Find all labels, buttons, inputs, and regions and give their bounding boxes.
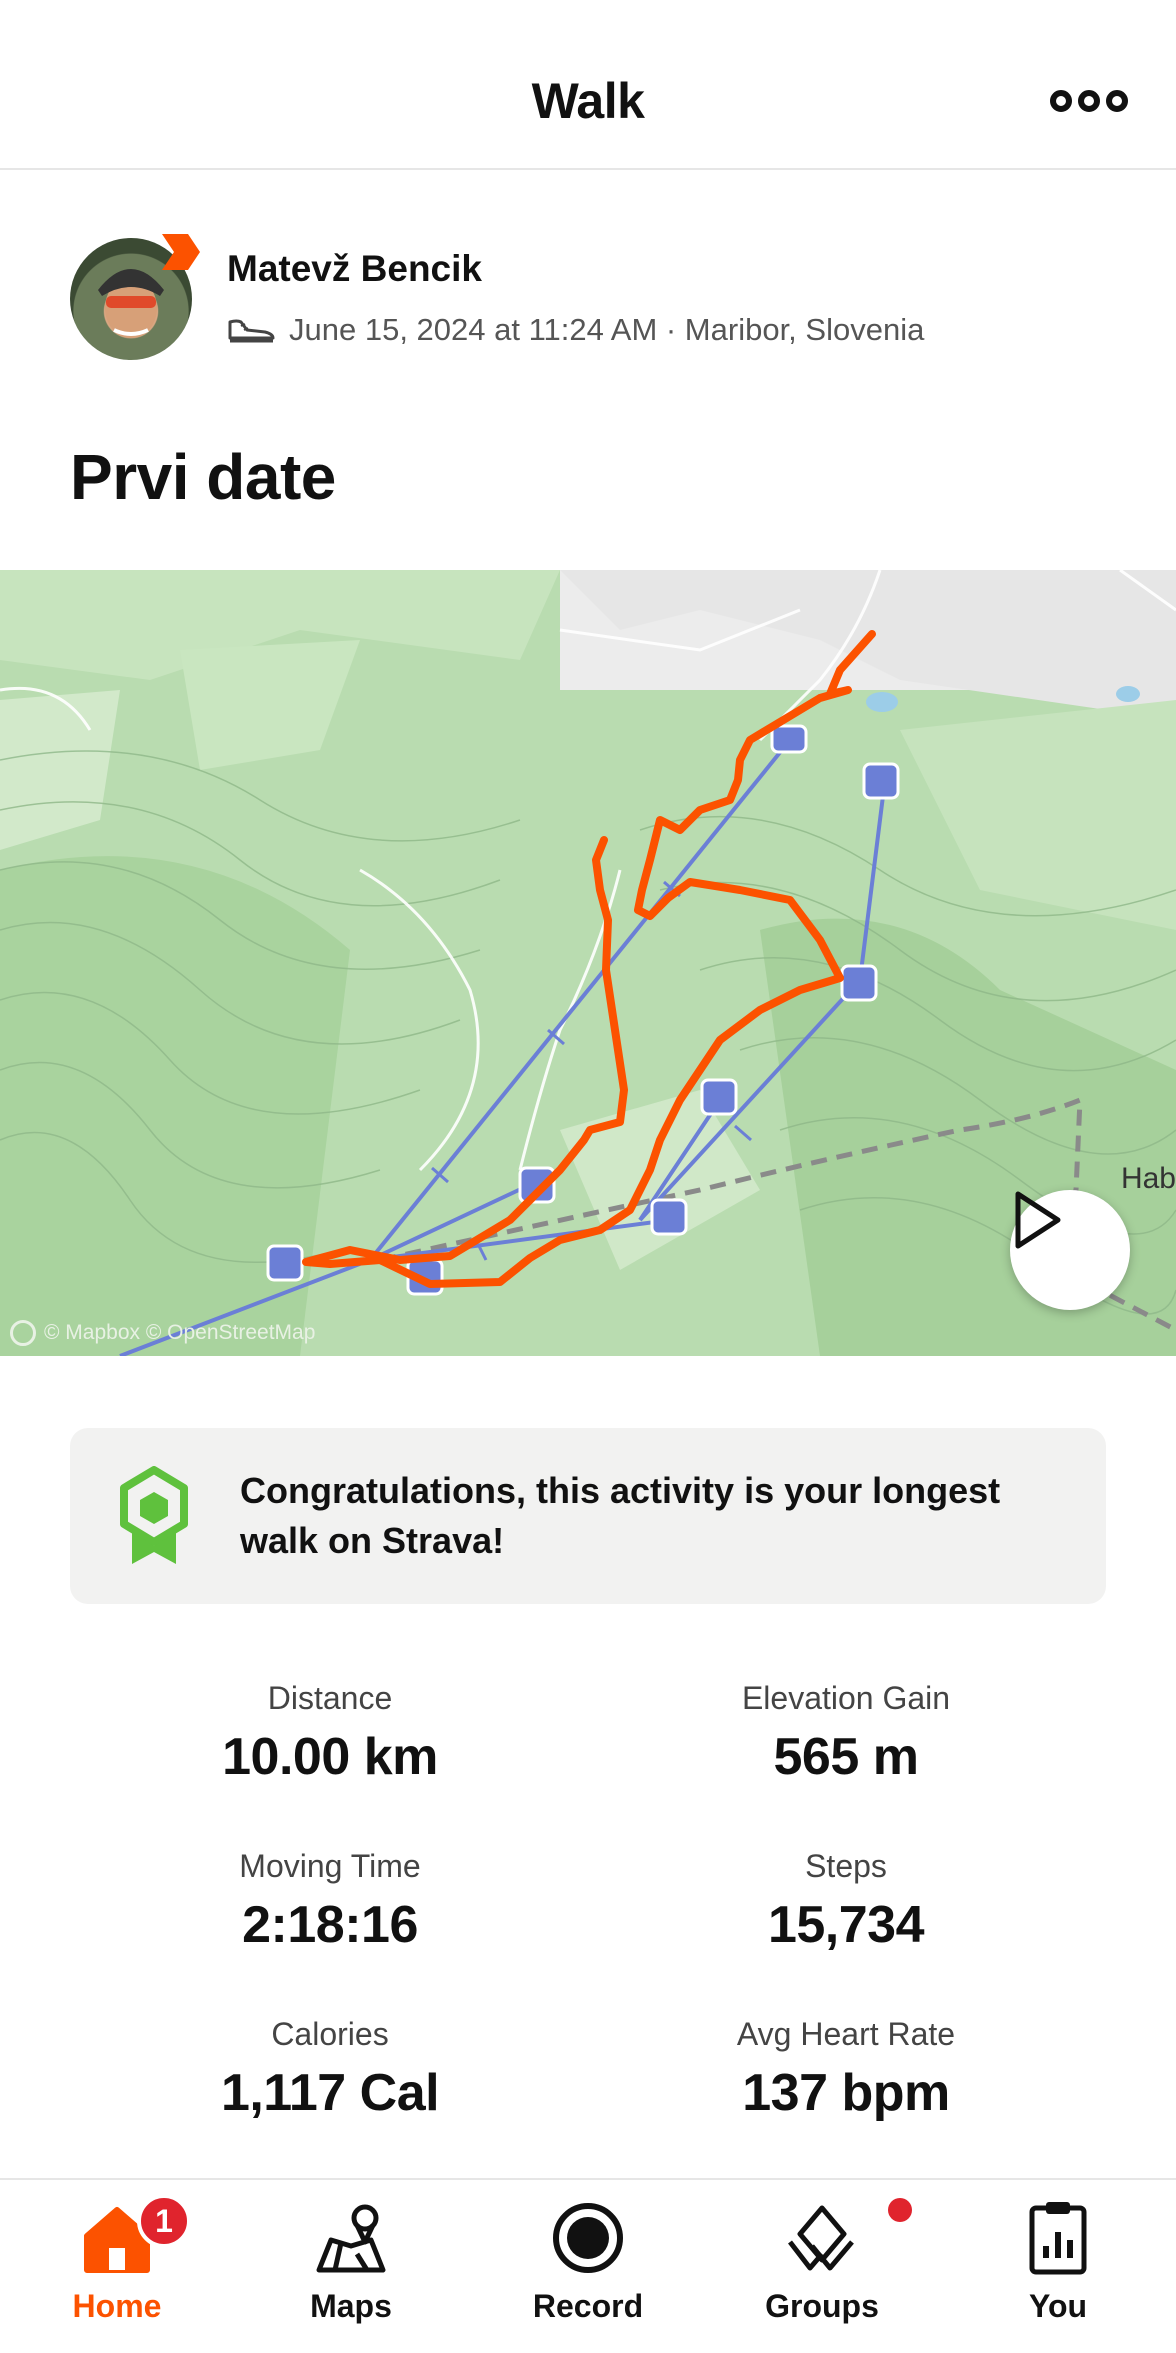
stat-calories: Calories 1,117 Cal [70,2016,590,2123]
map-attribution[interactable]: © Mapbox © OpenStreetMap [10,1320,315,1346]
tab-label: You [1028,2288,1088,2324]
stat-label: Avg Heart Rate [736,2016,956,2052]
tab-label: Groups [765,2288,879,2324]
play-flyover-button[interactable] [1010,1190,1130,1310]
unread-dot-badge [888,2198,912,2222]
tab-label: Record [532,2288,644,2324]
stat-value: 1,117 Cal [220,2064,440,2122]
achievement-text: Congratulations, this activity is your l… [240,1470,1001,1561]
notification-count-badge: 1 [137,2194,191,2248]
map-place-label: Hab [1120,1162,1176,1195]
mapbox-logo-icon [10,1320,36,1346]
stat-value: 2:18:16 [242,1896,418,1954]
tab-home[interactable]: 1 Home [17,2194,217,2348]
stat-avg-heart-rate: Avg Heart Rate 137 bpm [586,2016,1106,2123]
stat-label: Elevation Gain [741,1680,951,1716]
activity-title: Prvi date [70,441,336,513]
more-horizontal-icon[interactable] [1050,88,1130,114]
stat-value: 565 m [773,1728,919,1786]
home-icon: 1 [77,2194,191,2278]
tab-maps[interactable]: Maps [251,2198,451,2348]
stat-label: Calories [271,2016,389,2052]
route-map[interactable]: Hab © Mapbox © OpenStreetMap [0,570,1176,1356]
tab-record[interactable]: Record [488,2198,688,2348]
record-icon [548,2198,628,2278]
page-title: Walk [531,73,645,129]
stat-label: Steps [805,1848,887,1884]
maps-icon [311,2198,391,2278]
award-ribbon-icon [120,1466,188,1564]
stat-value: 137 bpm [742,2064,950,2122]
stat-value: 15,734 [767,1896,925,1954]
stat-elevation-gain: Elevation Gain 565 m [586,1680,1106,1787]
stat-steps: Steps 15,734 [586,1848,1106,1955]
stat-value: 10.00 km [222,1728,438,1786]
achievement-banner[interactable]: Congratulations, this activity is your l… [70,1428,1106,1604]
tab-you[interactable]: You [958,2198,1158,2348]
stat-label: Distance [267,1680,393,1716]
groups-icon [782,2198,912,2278]
clipboard-icon [1018,2198,1098,2278]
stat-label: Moving Time [239,1848,421,1884]
activity-meta: June 15, 2024 at 11:24 AM · Maribor, Slo… [227,312,924,348]
map-credit-text: © Mapbox © OpenStreetMap [44,1321,316,1344]
activity-date-location: June 15, 2024 at 11:24 AM · Maribor, Slo… [289,312,925,347]
bottom-tab-bar: 1 Home Maps Record Groups You [0,2178,1176,2353]
athlete-name[interactable]: Matevž Bencik [227,248,482,290]
stat-distance: Distance 10.00 km [70,1680,590,1787]
tab-label: Home [72,2288,162,2324]
play-icon [1015,1191,1061,1249]
athlete-header: Matevž Bencik June 15, 2024 at 11:24 AM … [70,234,1130,362]
tab-label: Maps [310,2288,392,2324]
tab-groups[interactable]: Groups [722,2198,922,2348]
map-canvas [0,570,1176,1356]
top-bar: Walk [0,0,1176,170]
subscriber-badge-icon [162,234,200,270]
shoe-icon [228,319,275,343]
stat-moving-time: Moving Time 2:18:16 [70,1848,590,1955]
